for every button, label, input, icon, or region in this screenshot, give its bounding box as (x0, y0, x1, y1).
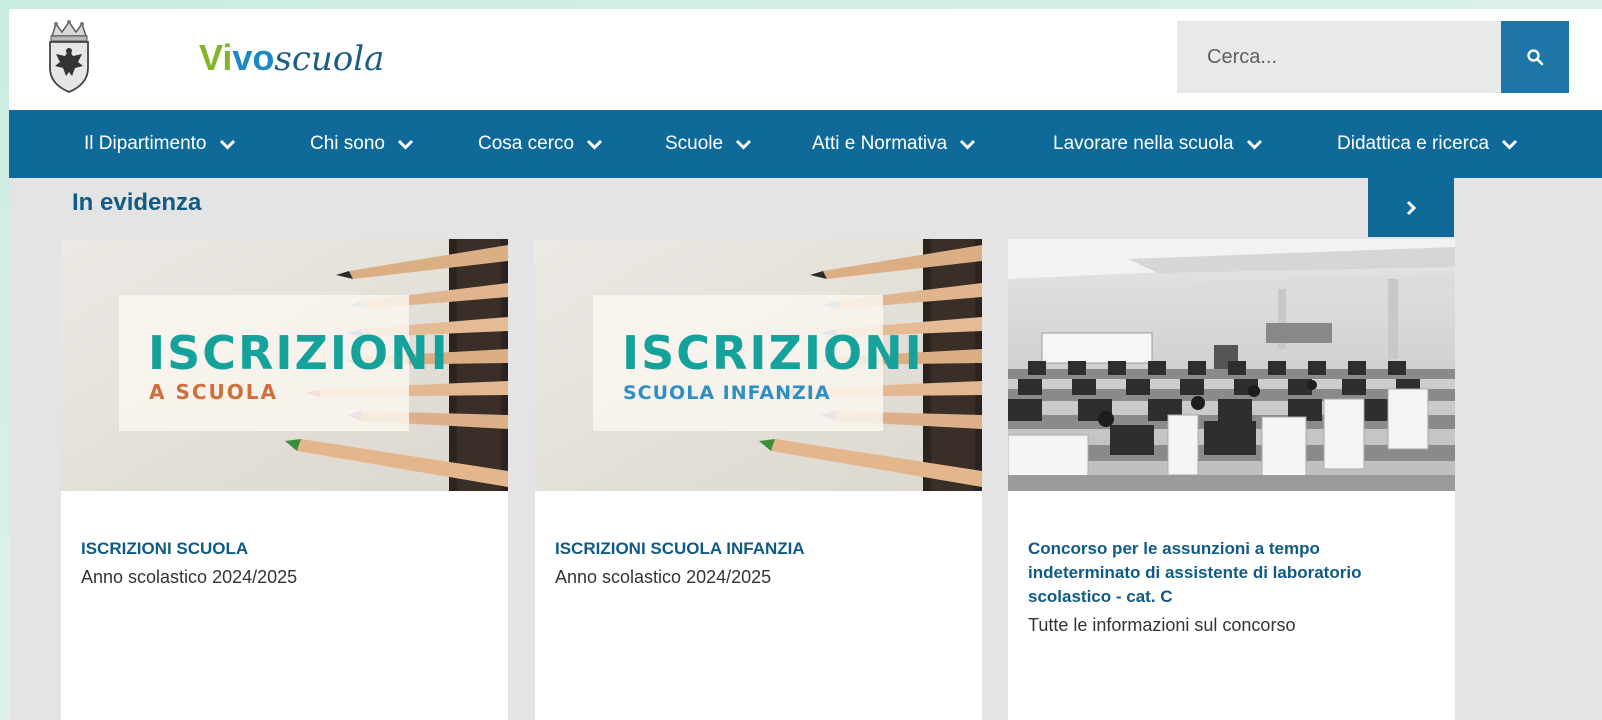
nav-item-label: Atti e Normativa (812, 133, 948, 154)
section-title: In evidenza (72, 189, 202, 216)
logo-part-3: scuola (274, 39, 385, 79)
news-card[interactable]: ISCRIZIONI A SCUOLA ISCRIZIONI SCUOLA An… (61, 239, 508, 720)
card-subtitle: Anno scolastico 2024/2025 (555, 567, 772, 587)
card-subtitle: Anno scolastico 2024/2025 (81, 567, 298, 587)
chevron-down-icon (219, 139, 236, 150)
search-icon (1527, 49, 1544, 66)
nav-item-dipartimento[interactable]: Il Dipartimento (84, 110, 236, 178)
browser-viewport: Vivoscuola Il Dipartimento Chi sono Cosa… (9, 9, 1602, 720)
image-headline: ISCRIZIONI (622, 326, 924, 380)
chevron-down-icon (735, 139, 752, 150)
card-title[interactable]: ISCRIZIONI SCUOLA (81, 537, 481, 561)
news-card[interactable]: Concorso per le assunzioni a tempo indet… (1008, 239, 1455, 720)
nav-item-label: Cosa cerco (478, 133, 575, 154)
nav-item-atti-normativa[interactable]: Atti e Normativa (812, 110, 976, 178)
nav-item-label: Lavorare nella scuola (1053, 133, 1234, 154)
nav-item-didattica[interactable]: Didattica e ricerca (1337, 110, 1518, 178)
chevron-down-icon (959, 139, 976, 150)
nav-item-label: Chi sono (310, 133, 385, 154)
card-image: ISCRIZIONI SCUOLA INFANZIA (535, 239, 982, 491)
card-subtitle: Tutte le informazioni sul concorso (1028, 615, 1296, 635)
card-title[interactable]: Concorso per le assunzioni a tempo indet… (1028, 537, 1428, 609)
news-card[interactable]: ISCRIZIONI SCUOLA INFANZIA ISCRIZIONI SC… (535, 239, 982, 720)
card-image (1008, 239, 1455, 491)
crest-icon[interactable] (44, 18, 94, 94)
nav-item-cosa-cerco[interactable]: Cosa cerco (478, 110, 603, 178)
nav-item-label: Didattica e ricerca (1337, 133, 1490, 154)
carousel-next-button[interactable] (1368, 178, 1454, 237)
image-headline: ISCRIZIONI (148, 326, 450, 380)
nav-item-chi-sono[interactable]: Chi sono (310, 110, 414, 178)
site-logo[interactable]: Vivoscuola (199, 31, 384, 84)
search-input[interactable] (1177, 21, 1501, 93)
search-button[interactable] (1501, 21, 1569, 93)
image-tagline: SCUOLA INFANZIA (623, 382, 831, 404)
card-title[interactable]: ISCRIZIONI SCUOLA INFANZIA (555, 537, 955, 561)
logo-part-1: Vi (199, 37, 233, 78)
image-tagline: A SCUOLA (149, 380, 278, 404)
chevron-down-icon (1501, 139, 1518, 150)
nav-item-label: Il Dipartimento (84, 133, 207, 154)
chevron-down-icon (1246, 139, 1263, 150)
chevron-right-icon (1406, 200, 1417, 215)
chevron-down-icon (397, 139, 414, 150)
nav-item-label: Scuole (665, 133, 724, 154)
main-nav: Il Dipartimento Chi sono Cosa cerco Scuo… (9, 110, 1602, 178)
chevron-down-icon (586, 139, 603, 150)
site-header: Vivoscuola (9, 9, 1602, 110)
nav-item-scuole[interactable]: Scuole (665, 110, 752, 178)
nav-item-lavorare[interactable]: Lavorare nella scuola (1053, 110, 1263, 178)
search-bar (1177, 21, 1602, 93)
logo-part-2: vo (232, 37, 275, 78)
card-image: ISCRIZIONI A SCUOLA (61, 239, 508, 491)
